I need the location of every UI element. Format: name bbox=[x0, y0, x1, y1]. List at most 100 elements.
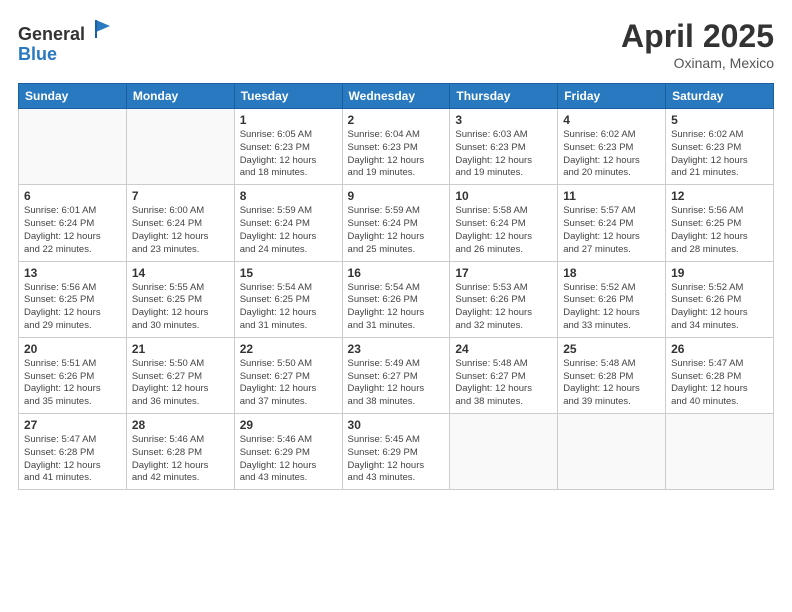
day-info: Sunrise: 5:54 AM Sunset: 6:25 PM Dayligh… bbox=[240, 282, 337, 333]
calendar-cell: 30Sunrise: 5:45 AM Sunset: 6:29 PM Dayli… bbox=[342, 414, 450, 490]
day-number: 22 bbox=[240, 342, 337, 356]
calendar-cell: 9 Sunrise: 5:59 AM Sunset: 6:24 PM Daylig… bbox=[342, 185, 450, 261]
calendar-cell: 25Sunrise: 5:48 AM Sunset: 6:28 PM Dayli… bbox=[558, 337, 666, 413]
calendar-cell bbox=[126, 109, 234, 185]
day-info: Sunrise: 5:46 AM Sunset: 6:28 PM Dayligh… bbox=[132, 434, 229, 485]
day-info: Sunrise: 5:48 AM Sunset: 6:27 PM Dayligh… bbox=[455, 358, 552, 409]
calendar-cell: 28 Sunrise: 5:46 AM Sunset: 6:28 PM Dayli… bbox=[126, 414, 234, 490]
logo-blue: Blue bbox=[18, 44, 57, 64]
weekday-header-tuesday: Tuesday bbox=[234, 84, 342, 109]
day-number: 28 bbox=[132, 418, 229, 432]
day-number: 30 bbox=[348, 418, 445, 432]
day-number: 14 bbox=[132, 266, 229, 280]
calendar-cell: 6 Sunrise: 6:01 AM Sunset: 6:24 PM Daylig… bbox=[19, 185, 127, 261]
weekday-header-thursday: Thursday bbox=[450, 84, 558, 109]
calendar-table: SundayMondayTuesdayWednesdayThursdayFrid… bbox=[18, 83, 774, 490]
calendar-cell: 15 Sunrise: 5:54 AM Sunset: 6:25 PM Dayli… bbox=[234, 261, 342, 337]
weekday-header-monday: Monday bbox=[126, 84, 234, 109]
day-info: Sunrise: 5:49 AM Sunset: 6:27 PM Dayligh… bbox=[348, 358, 445, 409]
calendar-cell: 29 Sunrise: 5:46 AM Sunset: 6:29 PM Dayli… bbox=[234, 414, 342, 490]
calendar-cell: 21 Sunrise: 5:50 AM Sunset: 6:27 PM Dayli… bbox=[126, 337, 234, 413]
day-number: 13 bbox=[24, 266, 121, 280]
weekday-header-row: SundayMondayTuesdayWednesdayThursdayFrid… bbox=[19, 84, 774, 109]
day-number: 15 bbox=[240, 266, 337, 280]
calendar-cell: 24 Sunrise: 5:48 AM Sunset: 6:27 PM Dayli… bbox=[450, 337, 558, 413]
header: General Blue April 2025 Oxinam, Mexico bbox=[18, 18, 774, 71]
day-info: Sunrise: 5:48 AM Sunset: 6:28 PM Dayligh… bbox=[563, 358, 660, 409]
day-info: Sunrise: 5:47 AM Sunset: 6:28 PM Dayligh… bbox=[671, 358, 768, 409]
calendar-cell: 5 Sunrise: 6:02 AM Sunset: 6:23 PM Daylig… bbox=[666, 109, 774, 185]
day-info: Sunrise: 6:01 AM Sunset: 6:24 PM Dayligh… bbox=[24, 205, 121, 256]
calendar-title: April 2025 bbox=[621, 18, 774, 55]
day-info: Sunrise: 5:52 AM Sunset: 6:26 PM Dayligh… bbox=[563, 282, 660, 333]
calendar-cell: 3 Sunrise: 6:03 AM Sunset: 6:23 PM Daylig… bbox=[450, 109, 558, 185]
day-number: 7 bbox=[132, 189, 229, 203]
day-number: 18 bbox=[563, 266, 660, 280]
day-number: 24 bbox=[455, 342, 552, 356]
day-number: 16 bbox=[348, 266, 445, 280]
day-number: 17 bbox=[455, 266, 552, 280]
day-number: 20 bbox=[24, 342, 121, 356]
calendar-cell: 8 Sunrise: 5:59 AM Sunset: 6:24 PM Daylig… bbox=[234, 185, 342, 261]
day-number: 4 bbox=[563, 113, 660, 127]
day-info: Sunrise: 5:52 AM Sunset: 6:26 PM Dayligh… bbox=[671, 282, 768, 333]
day-info: Sunrise: 5:56 AM Sunset: 6:25 PM Dayligh… bbox=[24, 282, 121, 333]
logo-general: General bbox=[18, 24, 85, 44]
day-info: Sunrise: 5:50 AM Sunset: 6:27 PM Dayligh… bbox=[132, 358, 229, 409]
day-number: 29 bbox=[240, 418, 337, 432]
calendar-cell bbox=[19, 109, 127, 185]
calendar-cell: 16 Sunrise: 5:54 AM Sunset: 6:26 PM Dayli… bbox=[342, 261, 450, 337]
day-number: 19 bbox=[671, 266, 768, 280]
day-info: Sunrise: 5:51 AM Sunset: 6:26 PM Dayligh… bbox=[24, 358, 121, 409]
calendar-cell: 18 Sunrise: 5:52 AM Sunset: 6:26 PM Dayli… bbox=[558, 261, 666, 337]
day-number: 11 bbox=[563, 189, 660, 203]
day-info: Sunrise: 5:59 AM Sunset: 6:24 PM Dayligh… bbox=[240, 205, 337, 256]
day-number: 21 bbox=[132, 342, 229, 356]
page: General Blue April 2025 Oxinam, Mexico S… bbox=[0, 0, 792, 612]
day-number: 26 bbox=[671, 342, 768, 356]
calendar-cell: 19 Sunrise: 5:52 AM Sunset: 6:26 PM Dayli… bbox=[666, 261, 774, 337]
calendar-cell: 4 Sunrise: 6:02 AM Sunset: 6:23 PM Daylig… bbox=[558, 109, 666, 185]
day-number: 3 bbox=[455, 113, 552, 127]
calendar-cell: 2 Sunrise: 6:04 AM Sunset: 6:23 PM Daylig… bbox=[342, 109, 450, 185]
day-number: 2 bbox=[348, 113, 445, 127]
weekday-header-saturday: Saturday bbox=[666, 84, 774, 109]
week-row-1: 1Sunrise: 6:05 AM Sunset: 6:23 PM Daylig… bbox=[19, 109, 774, 185]
day-number: 5 bbox=[671, 113, 768, 127]
calendar-cell: 17Sunrise: 5:53 AM Sunset: 6:26 PM Dayli… bbox=[450, 261, 558, 337]
calendar-location: Oxinam, Mexico bbox=[621, 55, 774, 71]
day-info: Sunrise: 5:50 AM Sunset: 6:27 PM Dayligh… bbox=[240, 358, 337, 409]
weekday-header-sunday: Sunday bbox=[19, 84, 127, 109]
day-number: 6 bbox=[24, 189, 121, 203]
logo-flag-icon bbox=[92, 18, 114, 40]
day-number: 12 bbox=[671, 189, 768, 203]
day-number: 23 bbox=[348, 342, 445, 356]
day-info: Sunrise: 6:02 AM Sunset: 6:23 PM Dayligh… bbox=[671, 129, 768, 180]
calendar-cell: 26 Sunrise: 5:47 AM Sunset: 6:28 PM Dayli… bbox=[666, 337, 774, 413]
day-info: Sunrise: 5:54 AM Sunset: 6:26 PM Dayligh… bbox=[348, 282, 445, 333]
calendar-cell bbox=[666, 414, 774, 490]
calendar-cell: 27Sunrise: 5:47 AM Sunset: 6:28 PM Dayli… bbox=[19, 414, 127, 490]
calendar-cell: 23 Sunrise: 5:49 AM Sunset: 6:27 PM Dayli… bbox=[342, 337, 450, 413]
calendar-cell: 14Sunrise: 5:55 AM Sunset: 6:25 PM Dayli… bbox=[126, 261, 234, 337]
week-row-3: 13 Sunrise: 5:56 AM Sunset: 6:25 PM Dayli… bbox=[19, 261, 774, 337]
weekday-header-wednesday: Wednesday bbox=[342, 84, 450, 109]
day-number: 10 bbox=[455, 189, 552, 203]
calendar-cell bbox=[558, 414, 666, 490]
calendar-cell: 1Sunrise: 6:05 AM Sunset: 6:23 PM Daylig… bbox=[234, 109, 342, 185]
calendar-cell bbox=[450, 414, 558, 490]
calendar-cell: 12Sunrise: 5:56 AM Sunset: 6:25 PM Dayli… bbox=[666, 185, 774, 261]
week-row-2: 6 Sunrise: 6:01 AM Sunset: 6:24 PM Daylig… bbox=[19, 185, 774, 261]
week-row-4: 20 Sunrise: 5:51 AM Sunset: 6:26 PM Dayli… bbox=[19, 337, 774, 413]
day-info: Sunrise: 5:46 AM Sunset: 6:29 PM Dayligh… bbox=[240, 434, 337, 485]
day-info: Sunrise: 6:03 AM Sunset: 6:23 PM Dayligh… bbox=[455, 129, 552, 180]
day-info: Sunrise: 5:59 AM Sunset: 6:24 PM Dayligh… bbox=[348, 205, 445, 256]
day-info: Sunrise: 6:00 AM Sunset: 6:24 PM Dayligh… bbox=[132, 205, 229, 256]
day-info: Sunrise: 6:04 AM Sunset: 6:23 PM Dayligh… bbox=[348, 129, 445, 180]
day-info: Sunrise: 6:02 AM Sunset: 6:23 PM Dayligh… bbox=[563, 129, 660, 180]
calendar-cell: 7 Sunrise: 6:00 AM Sunset: 6:24 PM Daylig… bbox=[126, 185, 234, 261]
calendar-cell: 10Sunrise: 5:58 AM Sunset: 6:24 PM Dayli… bbox=[450, 185, 558, 261]
day-number: 1 bbox=[240, 113, 337, 127]
day-number: 9 bbox=[348, 189, 445, 203]
day-number: 8 bbox=[240, 189, 337, 203]
